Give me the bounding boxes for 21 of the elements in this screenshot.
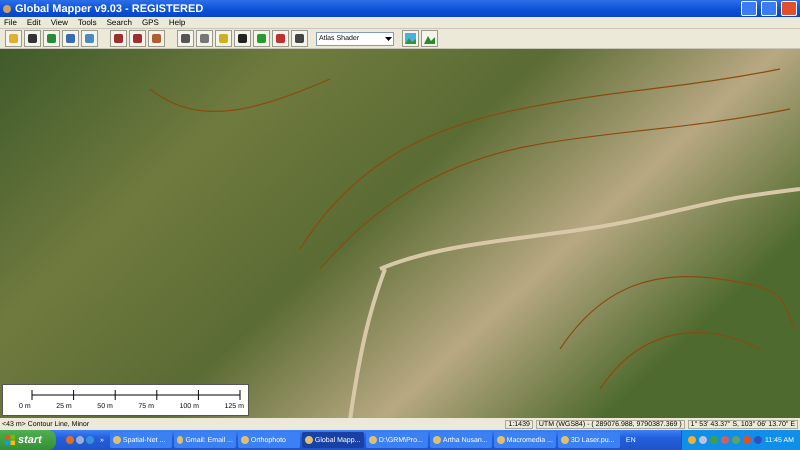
minimize-button[interactable]: [741, 1, 757, 16]
toolbar-button[interactable]: [110, 30, 127, 47]
toolbar-button[interactable]: [234, 30, 251, 47]
menu-item[interactable]: File: [4, 18, 17, 27]
scale-ruler-icon: [31, 389, 241, 401]
menu-item[interactable]: Search: [106, 18, 132, 27]
menu-item[interactable]: View: [50, 18, 68, 27]
menu-item[interactable]: Edit: [26, 18, 41, 27]
window-title: Global Mapper v9.03 - REGISTERED: [15, 2, 204, 14]
menu-item[interactable]: Tools: [78, 18, 97, 27]
toolbar-button[interactable]: [177, 30, 194, 47]
start-button[interactable]: start: [0, 430, 56, 450]
landscape-icon: [405, 33, 416, 44]
toolbar-button[interactable]: [291, 30, 308, 47]
close-button[interactable]: [781, 1, 797, 16]
windows-logo-icon: [5, 435, 15, 445]
restore-button[interactable]: [761, 1, 777, 16]
menu-item[interactable]: GPS: [142, 18, 159, 27]
toolbar-button[interactable]: [129, 30, 146, 47]
menu-item[interactable]: Help: [168, 18, 186, 27]
toolbar-button[interactable]: [24, 30, 41, 47]
